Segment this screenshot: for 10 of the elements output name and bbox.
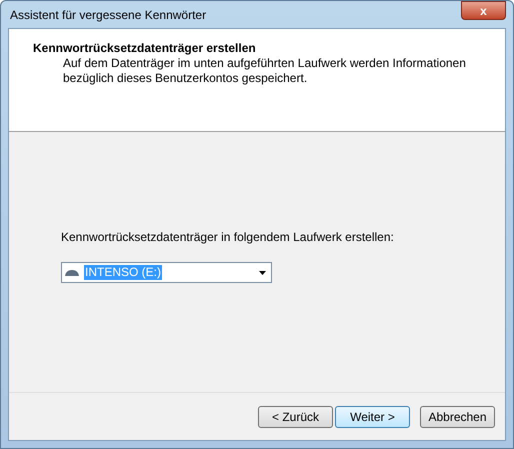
drive-icon [64, 268, 80, 276]
caret-icon [259, 270, 266, 274]
page-description: Auf dem Datenträger im unten aufgeführten Laufwerk werden Informationen bezüglich dieses Benutzerkontos gespeichert. [62, 56, 467, 86]
drive-label: Kennwortrücksetzdatenträger in folgendem Laufwerk erstellen: [61, 229, 395, 246]
dropdown-value: INTENSO (E:) [84, 265, 162, 280]
wizard-button[interactable]: Abbrechen [420, 406, 495, 428]
window-title: Assistent für vergessene Kennwörter [10, 6, 206, 24]
wizard-button[interactable]: < Zurück [258, 406, 333, 428]
wizard-button[interactable]: Weiter > [335, 406, 410, 428]
page-heading: Kennwortrücksetzdatenträger erstellen [33, 41, 257, 56]
